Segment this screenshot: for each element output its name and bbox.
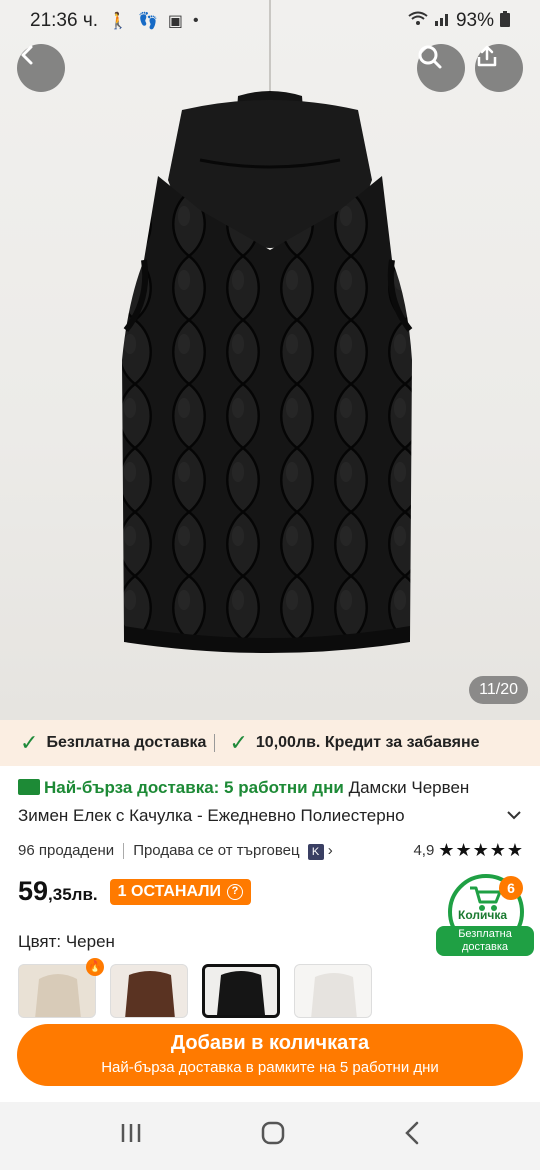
check-icon: ✓ [20,730,39,755]
fast-delivery-label: Най-бърза доставка: 5 работни дни [44,778,344,797]
free-delivery-text: Безплатна доставка [46,734,207,751]
benefits-strip[interactable]: ✓ Безплатна доставка ✓ 10,00лв. Кредит з… [0,720,540,766]
vest-illustration [122,0,413,653]
home-icon[interactable] [261,1121,285,1151]
battery-icon [500,10,510,32]
color-label: Цвят: Черен [18,932,115,951]
chevron-right-icon: › [327,841,333,859]
add-to-cart-sublabel: Най-бърза доставка в рамките на 5 работн… [101,1059,439,1076]
price-cents: ,35лв. [48,884,98,904]
flame-icon: 🔥 [86,958,104,976]
check-icon: ✓ [229,730,248,755]
divider [123,842,125,859]
price-row: 59 ,35лв. 1 ОСТАНАЛИ ? [18,876,251,907]
share-button[interactable] [475,44,523,92]
cart-shipping: Безплатна доставка [436,926,534,956]
back-button[interactable] [17,44,65,92]
recents-icon[interactable] [119,1122,143,1150]
dot-icon: • [192,12,199,29]
add-to-cart-button[interactable]: Добави в количката Най-бърза доставка в … [17,1024,523,1086]
walk-icon: 🚶 [108,13,128,30]
back-nav-icon[interactable] [403,1121,421,1151]
delay-credit-text: 10,00лв. Кредит за забавяне [255,734,480,751]
image-counter: 11/20 [469,676,528,704]
swatch-brown[interactable] [110,964,188,1018]
cart-count: 6 [499,876,523,900]
steps-icon: 👣 [137,13,158,30]
sold-count: 96 продадени [18,842,115,859]
product-title[interactable]: Най-бърза доставка: 5 работни дни Дамски… [18,774,510,830]
battery-level: 93% [455,10,494,31]
cart-label: Количка [458,908,508,922]
status-time: 21:36 ч. [30,10,99,31]
chevron-left-icon [21,45,33,65]
cart-badge[interactable]: 6 Количка Безплатна доставка [436,872,534,958]
chevron-down-icon [507,811,521,820]
product-meta: 96 продадени Продава се от търговец K › 4… [18,840,524,861]
truck-icon [18,779,40,795]
price-main: 59 [18,876,49,906]
signal-icon [434,11,450,32]
share-icon [477,45,497,67]
color-swatches [18,964,372,1018]
search-button[interactable] [417,44,465,92]
stock-badge[interactable]: 1 ОСТАНАЛИ ? [109,878,251,905]
rating[interactable]: 4,9 ★★★★★ [413,840,524,861]
rating-value: 4,9 [413,842,435,859]
wifi-icon [408,11,428,32]
swatch-black[interactable] [202,964,280,1018]
divider [214,734,216,752]
seller-text: Продава се от търговец [133,841,300,859]
add-to-cart-label: Добави в количката [170,1032,370,1054]
seller-logo-icon: K [307,843,324,860]
system-nav-bar [0,1102,540,1170]
status-bar: 21:36 ч. 🚶 👣 ▣ • 93% [0,0,540,42]
star-icons: ★★★★★ [438,840,524,860]
question-icon: ? [226,883,243,900]
seller-link[interactable]: Продава се от търговец K › [133,842,333,860]
search-icon [418,45,442,69]
gallery-icon: ▣ [167,13,183,30]
expand-title-button[interactable] [506,808,522,826]
swatch-white[interactable] [294,964,372,1018]
swatch-beige[interactable] [18,964,96,1018]
product-image[interactable]: 11/20 [0,0,540,720]
stock-text: 1 ОСТАНАЛИ [117,882,221,900]
